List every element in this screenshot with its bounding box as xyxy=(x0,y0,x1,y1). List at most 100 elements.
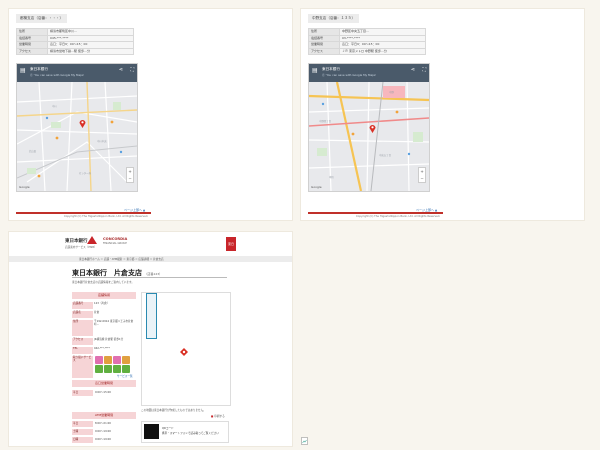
row-value: 横浜市営地下鉄…駅 徒歩…分 xyxy=(47,47,134,55)
copyright: Copyright (C) The Higashi-Nippon Bank, L… xyxy=(64,215,149,218)
service-icon xyxy=(122,356,130,364)
fullscreen-icon[interactable]: ⛶ xyxy=(130,67,134,74)
info-value: 042-***-**** xyxy=(94,347,110,350)
google-logo: Google xyxy=(311,185,322,189)
svg-text:中川: 中川 xyxy=(52,104,57,108)
info-key: アクセス xyxy=(72,338,93,345)
embedded-map[interactable]: ▤ 東日本銀行 Ⓒ 'You can save with Google My M… xyxy=(308,63,430,192)
atm-hours-value: 9:00～19:00 xyxy=(95,430,111,433)
map-title: 東日本銀行 xyxy=(30,67,48,71)
branch-page-1: 都築支店（店番：・・・） 住所 横浜市都筑区中川… 電話番号 045-***-***… xyxy=(9,9,292,220)
svg-text:中野: 中野 xyxy=(389,90,394,94)
copyright: Copyright (C) The Higashi-Nippon Bank, L… xyxy=(356,215,441,218)
service-icon xyxy=(104,365,112,373)
info-row: アクセス JR横浜線 片倉駅 徒歩1分 xyxy=(72,338,136,345)
service-icon xyxy=(95,356,103,364)
embedded-map[interactable]: ▤ 東日本銀行 Ⓒ 'You can save with Google My M… xyxy=(16,63,138,192)
bank-logo-subtitle: 店舗案内サービス（HNB） xyxy=(65,246,97,249)
map-zoom-control[interactable]: + − xyxy=(418,167,426,183)
map-marker-icon[interactable] xyxy=(180,348,188,356)
branch-info-table: 住所 横浜市都筑区中川… 電話番号 045-***-**** 営業時間 窓口：平日9：… xyxy=(16,28,134,55)
info-row: 店舗名 片倉 xyxy=(72,311,136,318)
atm-hours-value: 9:00～19:00 xyxy=(95,438,111,441)
info-value: 〒192-0914 東京都八王子市片倉町… xyxy=(94,320,134,327)
svg-text:中川中央: 中川中央 xyxy=(97,139,107,143)
breadcrumb-text[interactable]: 東日本銀行ホーム ＞ 店舗・ATM検索 ＞ 東京都 ＞ 店舗詳細 ＞ 片倉支店 xyxy=(79,257,164,261)
partner-logo-subtitle: FINANCIAL GROUP xyxy=(103,242,127,245)
branch-code: （店番123） xyxy=(144,272,163,276)
store-map[interactable] xyxy=(141,292,231,406)
branch-website-page: 東日本銀行 店舗案内サービス（HNB） CONCORDIA FINANCIAL … xyxy=(9,232,292,446)
services-key: 取り扱いサービス xyxy=(72,356,93,378)
atm-hours-key: 土曜 xyxy=(72,429,93,435)
store-info-header: 店舗情報 xyxy=(72,292,136,299)
info-value: 123（片倉） xyxy=(94,302,110,305)
info-key: 店舗番号 xyxy=(72,302,93,309)
info-value: 片倉 xyxy=(94,311,100,314)
map-note: この地図は東日本銀行が作成したものではありません。 xyxy=(141,409,206,412)
page-header: 都築支店（店番：・・・） xyxy=(16,14,68,23)
print-button[interactable]: ■ 印刷する xyxy=(211,414,225,418)
branch-page-2: 中野支店（店番：１３５） 住所 中野区中央五丁目… 電話番号 03-****-***… xyxy=(301,9,584,220)
map-header-bar: ▤ 東日本銀行 Ⓒ 'You can save with Google My M… xyxy=(17,64,137,82)
row-key: アクセス xyxy=(308,47,340,55)
services-more-link[interactable]: サービス一覧 xyxy=(117,374,133,378)
map-zoom-control[interactable] xyxy=(146,293,157,339)
info-row: TEL 042-***-**** xyxy=(72,347,136,354)
qr-label: QRコード xyxy=(162,427,174,430)
info-value: JR横浜線 片倉駅 徒歩1分 xyxy=(94,338,124,341)
intro-text: 東日本銀行片倉支店の店舗情報をご案内しています。 xyxy=(72,281,134,284)
service-icon xyxy=(113,365,121,373)
map-tiles: 中川中川中央北山田センター南 xyxy=(17,82,137,191)
row-value: ＪＲ 東京メトロ 中野駅 徒歩…分 xyxy=(339,47,426,55)
back-to-top-link[interactable]: ページ上部へ ▲ xyxy=(124,208,145,212)
qr-code-icon xyxy=(144,424,159,439)
service-icon xyxy=(104,356,112,364)
info-row: 店舗番号 123（片倉） xyxy=(72,302,136,309)
page-title-text: 東日本銀行 片倉支店 xyxy=(72,269,142,277)
menu-badge[interactable]: 東日 xyxy=(226,237,236,251)
service-icon xyxy=(95,365,103,373)
map-header-bar: ▤ 東日本銀行 Ⓒ 'You can save with Google My M… xyxy=(309,64,429,82)
atm-hours-key: 平日 xyxy=(72,421,93,427)
map-pin-icon[interactable] xyxy=(369,124,376,133)
atm-hours-value: 8:00～21:00 xyxy=(95,422,111,425)
map-pin-icon[interactable] xyxy=(79,119,86,128)
row-key: アクセス xyxy=(16,47,48,55)
service-icon xyxy=(113,356,121,364)
share-icon[interactable]: ⋖ xyxy=(119,67,123,74)
broken-image-icon xyxy=(301,437,308,445)
table-row: アクセス 横浜市営地下鉄…駅 徒歩…分 xyxy=(16,47,134,55)
table-row: アクセス ＪＲ 東京メトロ 中野駅 徒歩…分 xyxy=(308,47,426,55)
svg-text:中央五丁目: 中央五丁目 xyxy=(379,153,391,157)
branch-info-table: 住所 中野区中央五丁目… 電話番号 03-****-**** 営業時間 窓口：平日9：… xyxy=(308,28,426,55)
map-menu-icon[interactable]: ▤ xyxy=(20,67,26,74)
map-menu-icon[interactable]: ▤ xyxy=(312,67,318,74)
fullscreen-icon[interactable]: ⛶ xyxy=(422,67,426,74)
page-header: 中野支店（店番：１３５） xyxy=(308,14,360,23)
info-key: TEL xyxy=(72,347,93,354)
info-row: 住所 〒192-0914 東京都八王子市片倉町… xyxy=(72,320,136,336)
map-zoom-control[interactable]: + − xyxy=(126,167,134,183)
footer-divider xyxy=(308,212,443,214)
partner-logo: CONCORDIA xyxy=(103,237,128,241)
hours-value: 9:00～15:00 xyxy=(95,391,111,394)
info-key: 店舗名 xyxy=(72,311,93,318)
share-icon[interactable]: ⋖ xyxy=(411,67,415,74)
window-hours-header: 窓口営業時間 xyxy=(72,380,136,387)
qr-box: QRコード 携帯・スマートフォンで読み取ってご覧ください xyxy=(141,421,229,443)
bank-logo-text[interactable]: 東日本銀行 xyxy=(65,238,88,244)
svg-text:中野四丁目: 中野四丁目 xyxy=(319,119,331,123)
info-key: 住所 xyxy=(72,320,93,336)
title-underline xyxy=(72,277,227,278)
google-logo: Google xyxy=(19,185,30,189)
footer-divider xyxy=(16,212,151,214)
map-tiles: 中野中野四丁目中央五丁目本町 xyxy=(309,82,429,191)
svg-text:本町: 本町 xyxy=(329,175,334,179)
atm-hours-key: 日曜 xyxy=(72,437,93,443)
breadcrumb: 東日本銀行ホーム ＞ 店舗・ATM検索 ＞ 東京都 ＞ 店舗詳細 ＞ 片倉支店 xyxy=(9,256,292,262)
svg-text:センター南: センター南 xyxy=(79,171,92,175)
print-label: 印刷する xyxy=(214,415,225,418)
map-title: 東日本銀行 xyxy=(322,67,340,71)
back-to-top-link[interactable]: ページ上部へ ▲ xyxy=(416,208,437,212)
